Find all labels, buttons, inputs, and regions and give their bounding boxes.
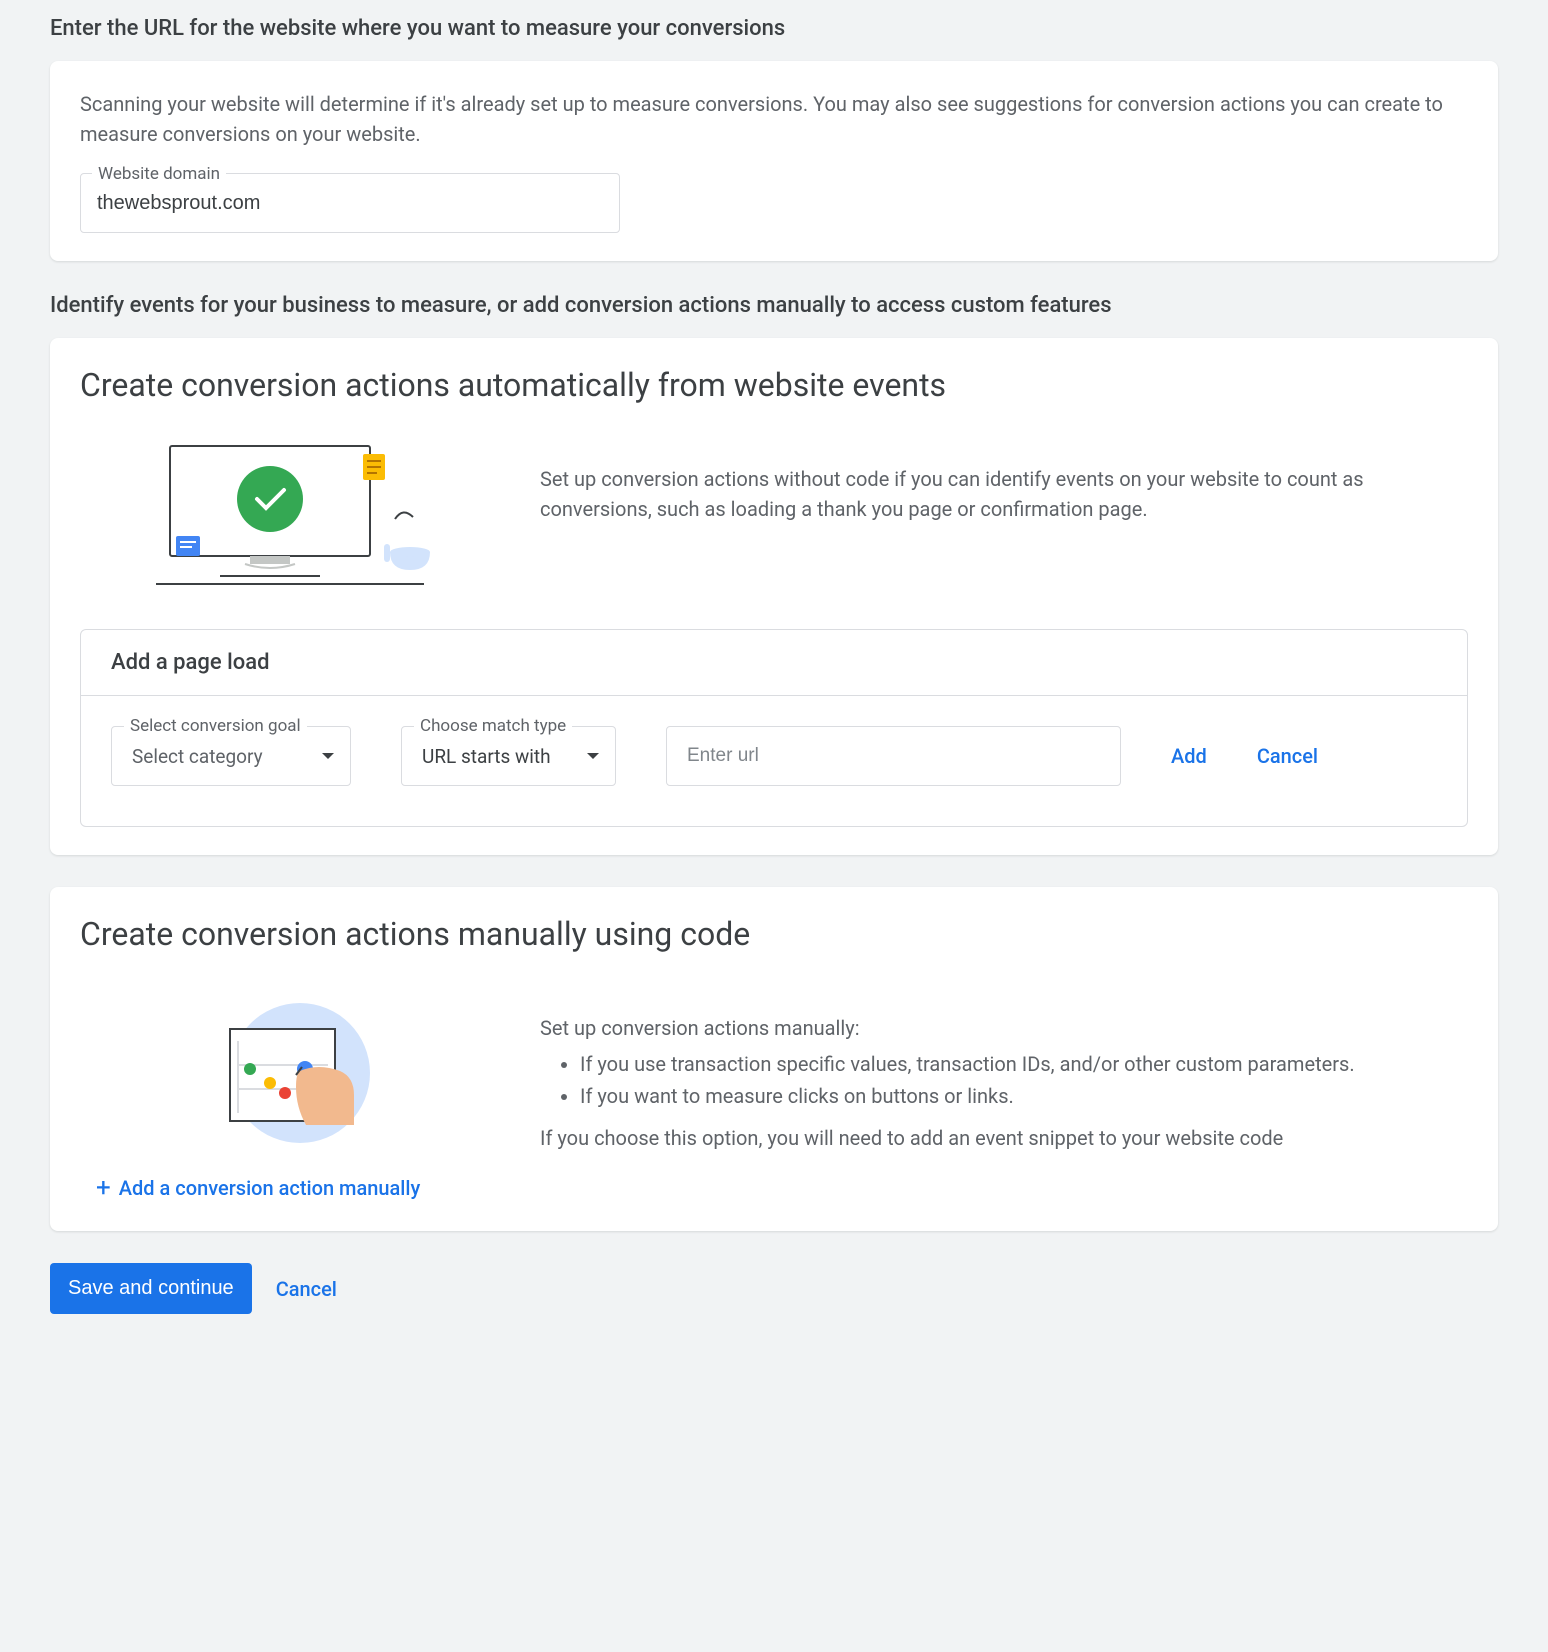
- pageload-cancel-button[interactable]: Cancel: [1257, 744, 1318, 768]
- conversion-goal-label: Select conversion goal: [124, 716, 307, 736]
- pageload-box: Add a page load Select conversion goal S…: [80, 629, 1468, 827]
- footer-cancel-button[interactable]: Cancel: [276, 1277, 337, 1301]
- scan-description: Scanning your website will determine if …: [80, 89, 1468, 149]
- save-and-continue-button[interactable]: Save and continue: [50, 1263, 252, 1314]
- caret-down-icon: [587, 753, 599, 759]
- manual-card-text: Set up conversion actions manually: If y…: [540, 993, 1468, 1153]
- scan-card: Scanning your website will determine if …: [50, 61, 1498, 261]
- match-type-dropdown[interactable]: Choose match type URL starts with: [401, 726, 616, 786]
- conversion-goal-dropdown[interactable]: Select conversion goal Select category: [111, 726, 351, 786]
- manual-illustration: [80, 993, 500, 1153]
- section-header-url: Enter the URL for the website where you …: [50, 16, 1498, 41]
- footer-actions: Save and continue Cancel: [50, 1263, 1498, 1314]
- auto-card-title: Create conversion actions automatically …: [80, 366, 1468, 404]
- website-domain-label: Website domain: [92, 164, 226, 184]
- auto-conversion-card: Create conversion actions automatically …: [50, 338, 1498, 855]
- pageload-add-button[interactable]: Add: [1171, 744, 1207, 768]
- section-header-identify: Identify events for your business to mea…: [50, 293, 1498, 318]
- manual-intro: Set up conversion actions manually:: [540, 1013, 1468, 1043]
- conversion-goal-value: Select category: [132, 745, 263, 768]
- manual-card-title: Create conversion actions manually using…: [80, 915, 1468, 953]
- url-input[interactable]: [666, 726, 1121, 786]
- manual-note: If you choose this option, you will need…: [540, 1123, 1468, 1153]
- plus-icon: +: [96, 1173, 111, 1203]
- add-conversion-manually-button[interactable]: + Add a conversion action manually: [96, 1173, 1468, 1203]
- manual-bullet: If you want to measure clicks on buttons…: [580, 1081, 1468, 1111]
- website-domain-field-wrapper: Website domain: [80, 173, 620, 233]
- auto-illustration: [80, 444, 500, 589]
- pageload-header: Add a page load: [81, 630, 1467, 696]
- caret-down-icon: [322, 753, 334, 759]
- match-type-value: URL starts with: [422, 745, 551, 768]
- add-manual-label: Add a conversion action manually: [119, 1176, 421, 1200]
- manual-conversion-card: Create conversion actions manually using…: [50, 887, 1498, 1231]
- manual-bullet: If you use transaction specific values, …: [580, 1049, 1468, 1079]
- auto-card-description: Set up conversion actions without code i…: [540, 444, 1468, 524]
- match-type-label: Choose match type: [414, 716, 572, 736]
